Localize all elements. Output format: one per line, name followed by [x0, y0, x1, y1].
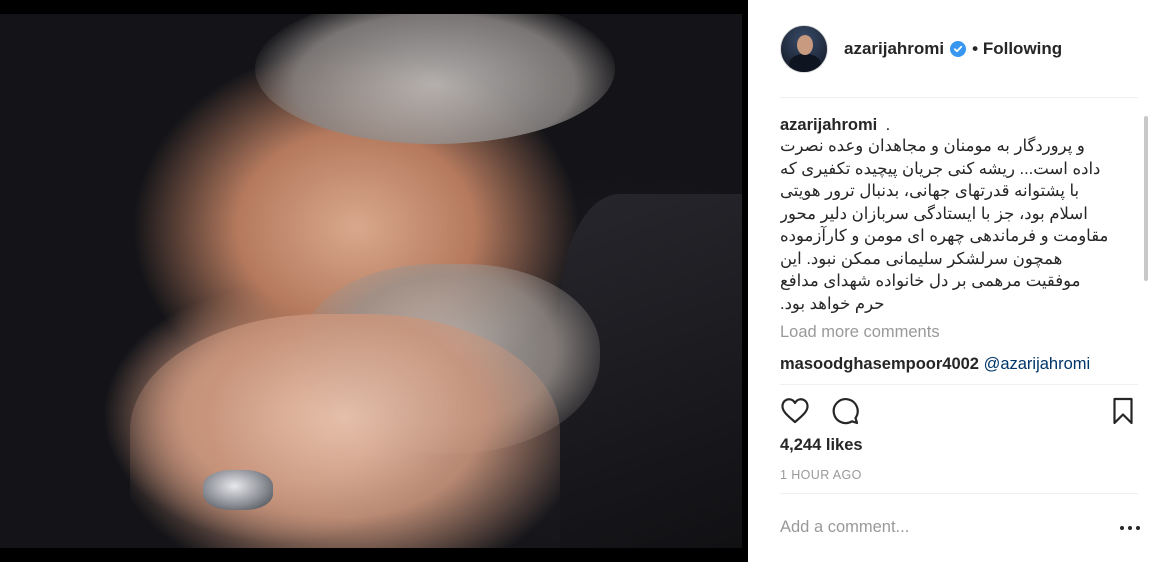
like-count[interactable]: 4,244 likes — [780, 436, 863, 455]
caption-text: و پروردگار به مومنان و مجاهدان وعده نصرت… — [780, 137, 1109, 313]
actions-divider — [780, 384, 1138, 385]
comment-username[interactable]: masoodghasempoor4002 — [780, 355, 979, 373]
action-bar — [780, 396, 1138, 426]
add-comment-input[interactable] — [780, 518, 1110, 537]
post-timestamp[interactable]: 1 HOUR AGO — [780, 468, 862, 482]
header-divider — [780, 97, 1138, 98]
load-more-comments-button[interactable]: Load more comments — [780, 323, 1138, 342]
following-button[interactable]: Following — [983, 39, 1062, 58]
comment-mention[interactable]: @azarijahromi — [984, 355, 1091, 373]
heart-icon[interactable] — [780, 396, 810, 426]
image-hands — [130, 314, 560, 548]
avatar-face — [797, 35, 813, 55]
caption-lead: . — [885, 116, 891, 134]
dot — [1136, 526, 1140, 530]
bookmark-icon[interactable] — [1108, 396, 1138, 426]
dot — [1128, 526, 1132, 530]
caption-username[interactable]: azarijahromi — [780, 116, 877, 134]
post-side-panel: azarijahromi • Following azarijahromi . … — [748, 0, 1150, 562]
caption-header: azarijahromi . — [780, 116, 1138, 135]
author-avatar[interactable] — [780, 25, 828, 73]
comment-bubble-icon[interactable] — [830, 396, 860, 426]
more-options-icon[interactable] — [1120, 520, 1140, 536]
image-hair — [255, 14, 615, 144]
author-username[interactable]: azarijahromi — [844, 39, 944, 59]
post-photo-frame — [0, 0, 748, 562]
verified-badge-icon — [950, 41, 967, 57]
header-separator: • — [972, 39, 979, 58]
comments-section: azarijahromi . و پروردگار به مومنان و مج… — [780, 116, 1138, 384]
post-image[interactable] — [0, 14, 742, 548]
post-header: azarijahromi • Following — [780, 24, 1062, 74]
dot — [1120, 526, 1124, 530]
comment-item: masoodghasempoor4002 @azarijahromi — [780, 355, 1138, 374]
avatar-body — [789, 54, 821, 72]
image-ring — [203, 470, 273, 510]
comments-scrollbar[interactable] — [1144, 116, 1148, 281]
add-comment-divider — [780, 493, 1138, 494]
